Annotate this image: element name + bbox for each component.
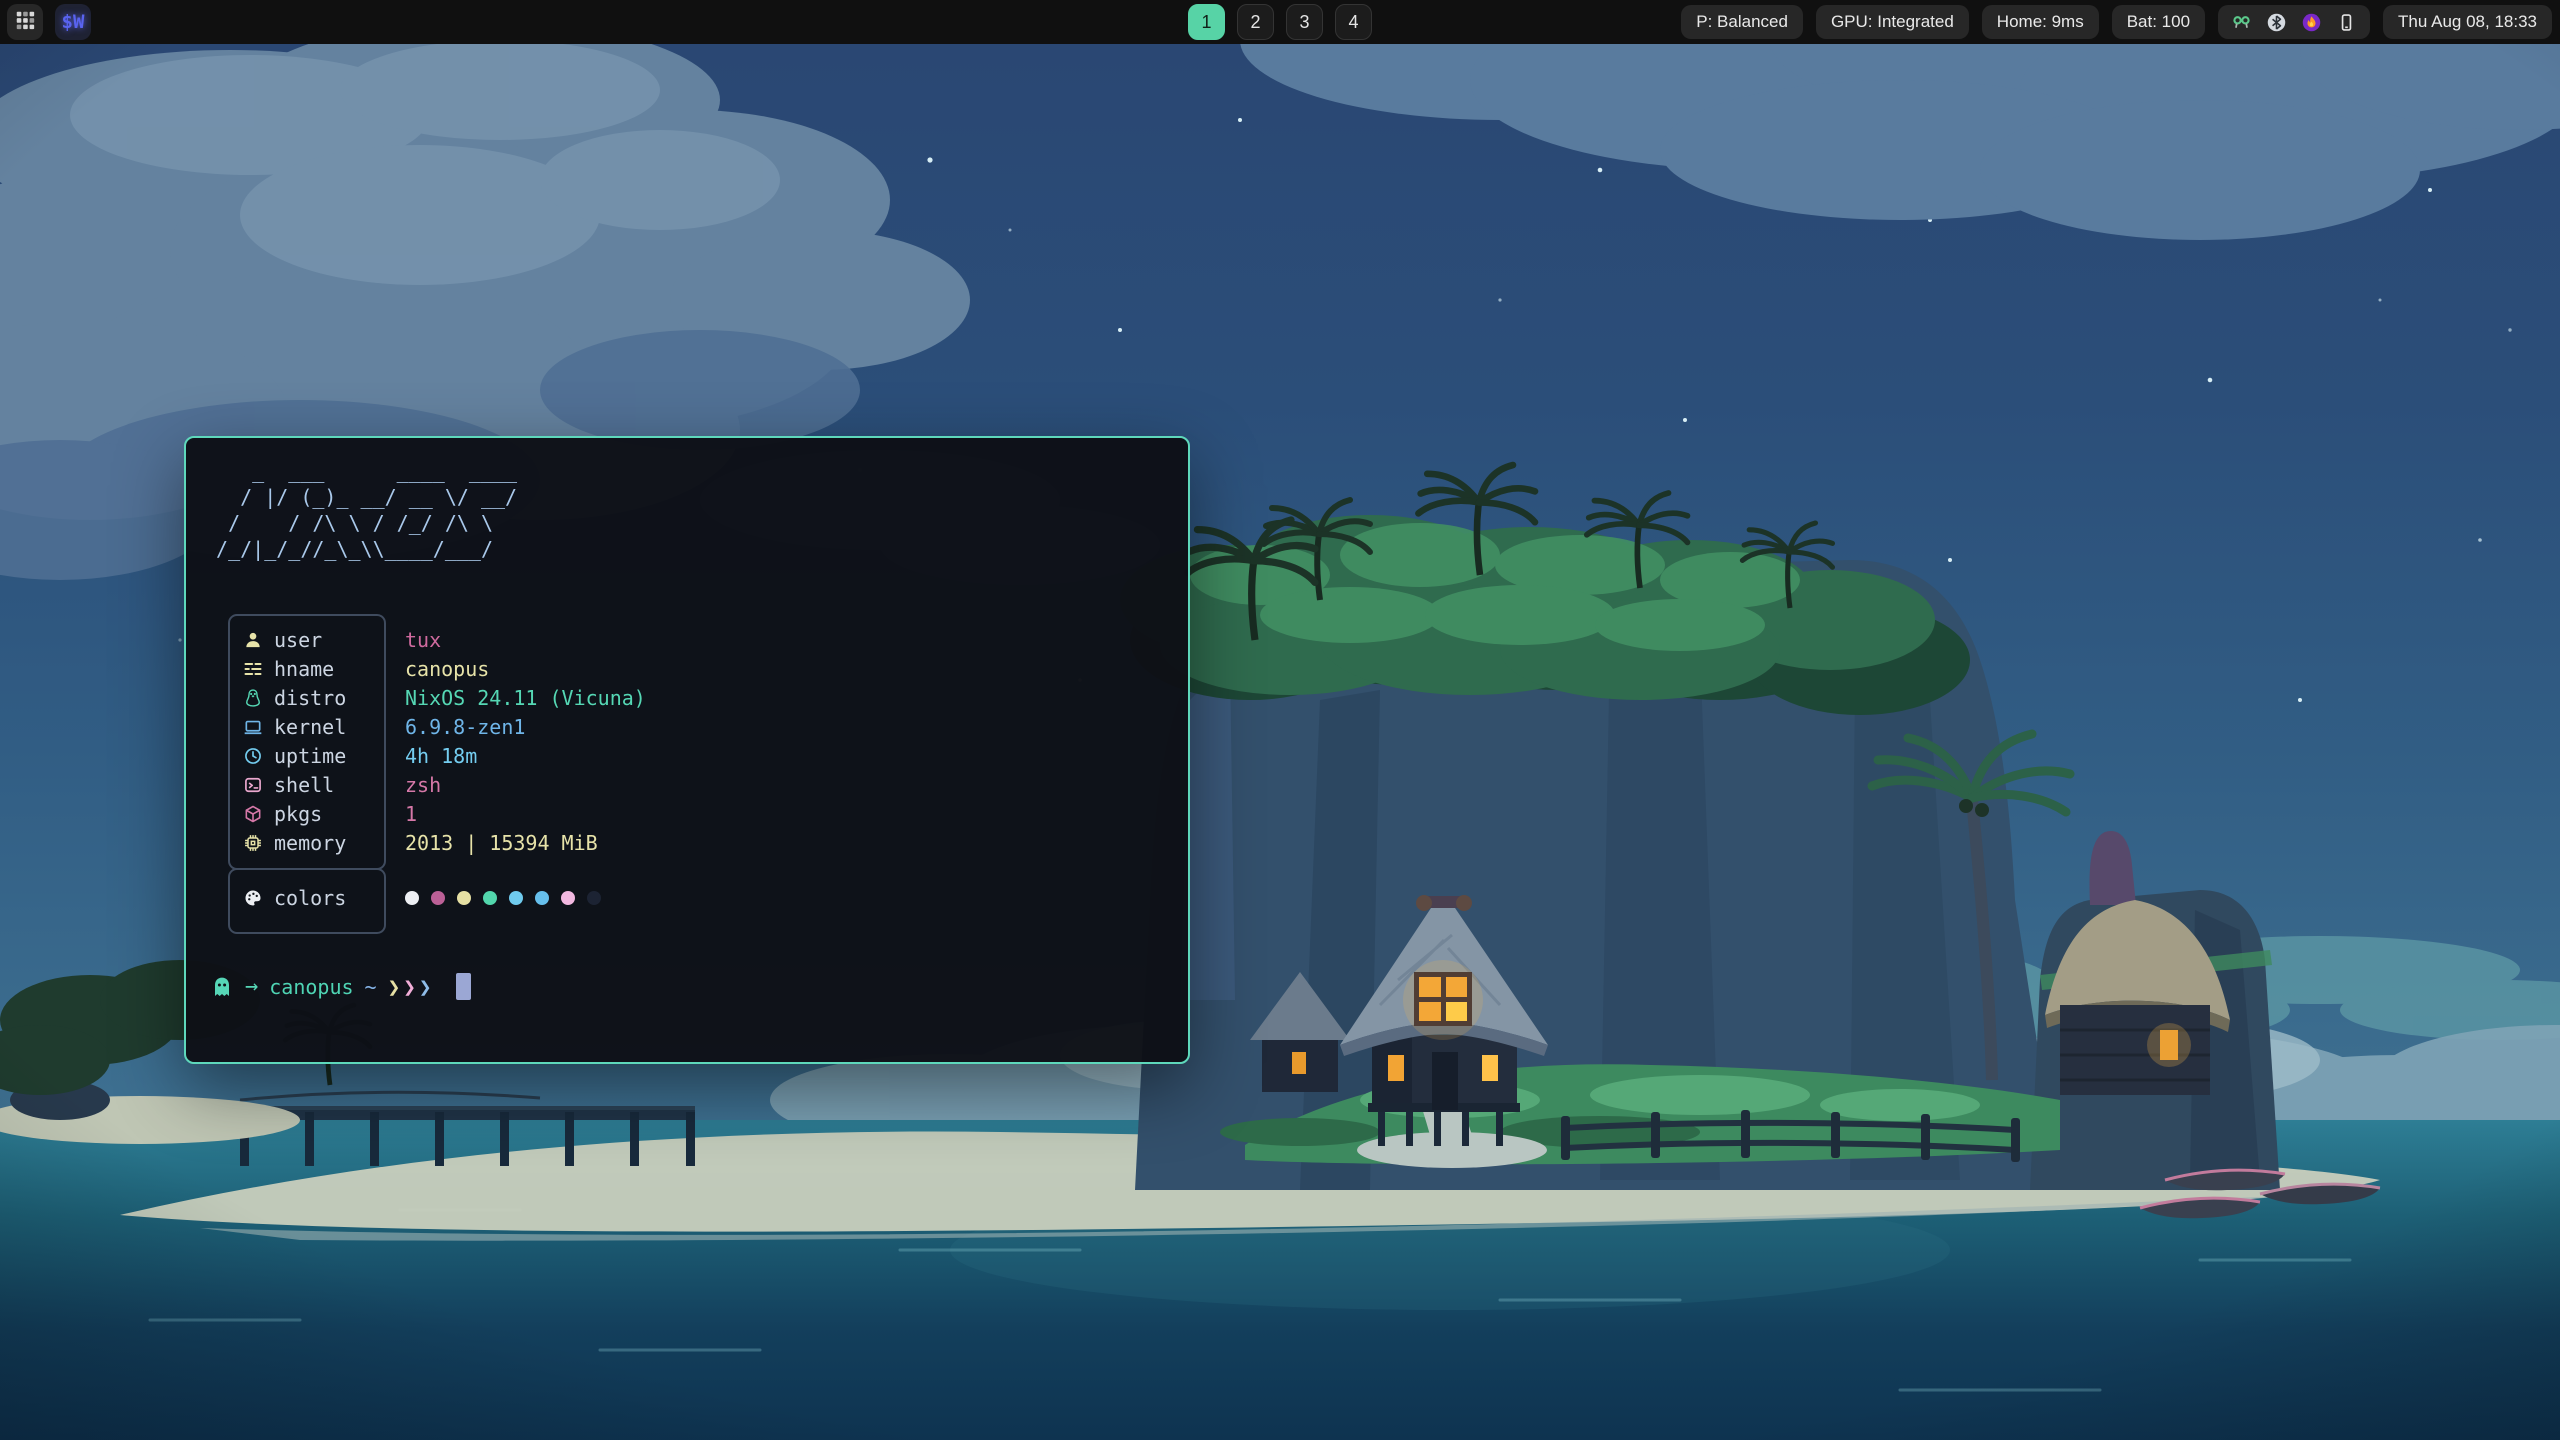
prompt-arrow: → [245,974,258,999]
terminal-icon [243,775,263,795]
workspace-button-2[interactable]: 2 [1237,4,1274,40]
info-label: pkgs [274,802,322,826]
info-row-pkgs: pkgs 1 [228,799,928,828]
palette-dot [431,891,445,905]
logo-text: $W [62,11,85,33]
prompt-chevrons: ❯ ❯ ❯ [388,975,435,999]
app-grid-icon [14,9,36,36]
info-label: kernel [274,715,346,739]
prompt-path: ~ [365,975,377,999]
nixos-ascii-logo: _ ___ ____ ____ / |/ (_)_ __/ __ \/ __/ … [204,458,1170,562]
colors-row: colors [228,866,928,930]
info-label: hname [274,657,334,681]
bar-right: P: Balanced GPU: Integrated Home: 9ms Ba… [1681,5,2552,39]
laptop-icon [243,717,263,737]
info-label: uptime [274,744,346,768]
info-label: distro [274,686,346,710]
workspace-button-4[interactable]: 4 [1335,4,1372,40]
terminal-content: _ ___ ____ ____ / |/ (_)_ __/ __ \/ __/ … [186,438,1188,1015]
chevron-1: ❯ [388,975,404,999]
prompt-host: canopus [269,975,353,999]
package-icon [243,804,263,824]
chip-icon [243,833,263,853]
info-value: NixOS 24.11 (Vicuna) [405,686,646,710]
palette-dot [405,891,419,905]
info-value: 6.9.8-zen1 [405,715,525,739]
info-label: shell [274,773,334,797]
top-bar: $W 1 2 3 4 P: Balanced GPU: Integrated H… [0,0,2560,44]
workspace-switcher: 1 2 3 4 [1188,4,1372,40]
palette-dot [535,891,549,905]
info-label: user [274,628,322,652]
battery-pill[interactable]: Bat: 100 [2112,5,2205,39]
ghost-icon [210,975,234,999]
info-row-distro: distro NixOS 24.11 (Vicuna) [228,683,928,712]
info-label: memory [274,831,346,855]
gpu-pill[interactable]: GPU: Integrated [1816,5,1969,39]
ping-pill[interactable]: Home: 9ms [1982,5,2099,39]
power-profile-pill[interactable]: P: Balanced [1681,5,1803,39]
info-row-hname: hname canopus [228,654,928,683]
logo-button[interactable]: $W [55,4,91,40]
info-value: 1 [405,802,417,826]
fetch-info-panel: user tux hname canopus distro NixOS 24.1… [228,614,928,930]
chevron-2: ❯ [403,975,419,999]
clock-pill[interactable]: Thu Aug 08, 18:33 [2383,5,2552,39]
user-icon [243,630,263,650]
workspace-button-3[interactable]: 3 [1286,4,1323,40]
terminal-window[interactable]: _ ___ ____ ____ / |/ (_)_ __/ __ \/ __/ … [184,436,1190,1064]
info-value: tux [405,628,441,652]
palette-dot [483,891,497,905]
palette-dot [561,891,575,905]
system-tray [2218,5,2370,39]
text-cursor[interactable] [456,973,471,1000]
info-row-kernel: kernel 6.9.8-zen1 [228,712,928,741]
workspace-button-1[interactable]: 1 [1188,4,1225,40]
clock-icon [243,746,263,766]
flame-icon[interactable] [2301,12,2322,33]
info-row-uptime: uptime 4h 18m [228,741,928,770]
shell-prompt[interactable]: → canopus ~ ❯ ❯ ❯ [210,972,1170,1001]
bar-left: $W [7,4,91,40]
palette-dots [405,891,601,905]
glasses-icon[interactable] [2231,12,2252,33]
info-row-shell: shell zsh [228,770,928,799]
info-row-user: user tux [228,625,928,654]
palette-dot [509,891,523,905]
info-value: 4h 18m [405,744,477,768]
info-row-memory: memory 2013 | 15394 MiB [228,828,928,857]
launcher-button[interactable] [7,4,43,40]
palette-dot [457,891,471,905]
info-value: 2013 | 15394 MiB [405,831,598,855]
info-value: zsh [405,773,441,797]
info-value: canopus [405,657,489,681]
palette-dot [587,891,601,905]
fetch-rows: user tux hname canopus distro NixOS 24.1… [228,614,928,866]
phone-icon[interactable] [2336,12,2357,33]
chevron-3: ❯ [419,975,435,999]
penguin-icon [243,688,263,708]
bluetooth-icon[interactable] [2266,12,2287,33]
colors-label: colors [274,886,346,910]
palette-icon [243,888,263,908]
sliders-icon [243,659,263,679]
